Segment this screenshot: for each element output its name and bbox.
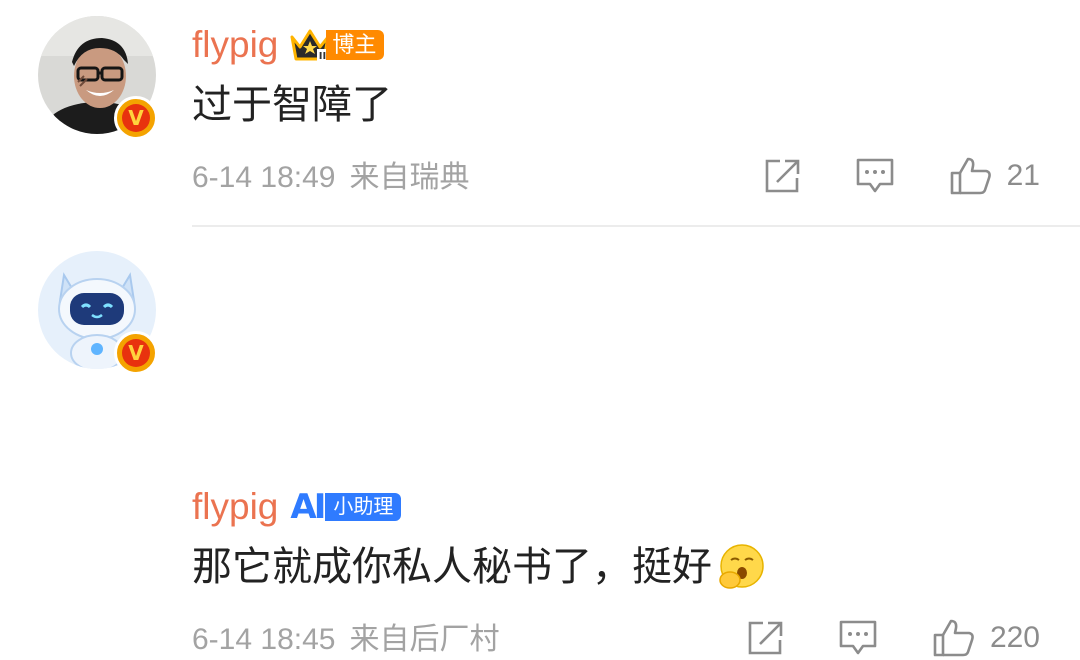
comment-location: 来自瑞典 xyxy=(349,161,470,194)
verified-badge-icon: V xyxy=(114,96,158,140)
ai-badge-letters: AI xyxy=(290,487,326,527)
badge-label: 小助理 xyxy=(325,493,402,521)
share-icon xyxy=(765,159,799,193)
like-icon xyxy=(950,157,991,195)
like-button[interactable]: 220 xyxy=(932,618,1040,658)
comment-date: 6-14 18:45 xyxy=(192,623,336,656)
comment-location: 来自后厂村 xyxy=(349,623,500,656)
share-button[interactable] xyxy=(746,620,784,656)
comment-text: 那它就成你私人秘书了，挺好 xyxy=(192,541,766,593)
like-icon xyxy=(933,619,974,657)
author-row: flypig AI 小助理 xyxy=(192,484,402,530)
author-row: flypig II 博主 xyxy=(192,22,385,68)
yawn-emoji xyxy=(719,544,764,589)
author-badge[interactable]: II 博主 xyxy=(290,27,385,63)
avatar[interactable]: V xyxy=(38,251,158,375)
avatar[interactable]: V xyxy=(38,16,158,140)
comment-meta: 6-14 18:49 来自瑞典 xyxy=(192,158,469,198)
like-count: 21 xyxy=(1006,159,1040,192)
reply-button[interactable] xyxy=(838,619,878,657)
username[interactable]: flypig xyxy=(192,484,278,530)
badge-label: 博主 xyxy=(326,30,385,60)
reply-icon xyxy=(839,620,877,655)
comment-item: V flypig II 博主 过于智障了 6-14 18:49 来自瑞典 21 xyxy=(0,0,1080,226)
like-count: 220 xyxy=(989,621,1040,654)
comment-text: 过于智障了 xyxy=(192,79,392,131)
comment-actions: 220 xyxy=(746,618,1040,658)
ai-assistant-badge[interactable]: AI 小助理 xyxy=(290,487,402,527)
share-icon xyxy=(748,621,783,655)
comment-text-content: 过于智障了 xyxy=(192,83,392,127)
comment-date: 6-14 18:49 xyxy=(192,161,336,194)
reply-button[interactable] xyxy=(855,157,895,195)
comment-text-content: 那它就成你私人秘书了，挺好 xyxy=(192,545,712,589)
comment-item: V flypig AI 小助理 那它就成你私人秘书了，挺好 6-14 18:45… xyxy=(0,227,1080,657)
like-button[interactable]: 21 xyxy=(949,156,1040,196)
username[interactable]: flypig xyxy=(192,22,278,68)
share-button[interactable] xyxy=(763,158,801,194)
reply-icon xyxy=(856,158,893,193)
crown-icon: II xyxy=(290,29,330,62)
verified-badge-icon: V xyxy=(114,331,158,375)
comment-meta: 6-14 18:45 来自后厂村 xyxy=(192,620,499,660)
comment-actions: 21 xyxy=(763,156,1040,196)
